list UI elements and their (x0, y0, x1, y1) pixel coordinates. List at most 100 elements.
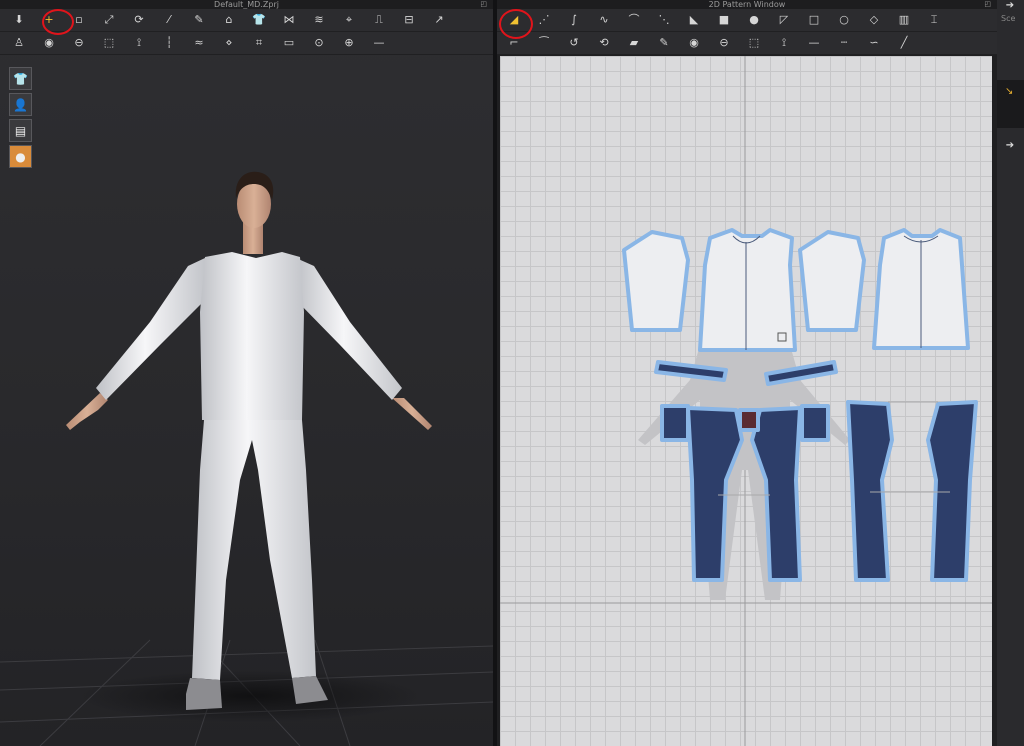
fabric-view-icon[interactable]: ▤ (9, 119, 32, 142)
back-leg-right[interactable] (926, 400, 978, 582)
sleeve-pattern-right[interactable] (798, 230, 866, 332)
avatar-shadow (80, 670, 420, 722)
shirt-patterns (622, 228, 970, 352)
left-sleeve (96, 258, 205, 400)
front-pattern[interactable] (698, 228, 797, 352)
cursor-tool-icon[interactable]: ↗ (430, 12, 448, 28)
trim-icon[interactable]: ⌶ (925, 12, 943, 28)
pattern-sew-icon[interactable]: ⋄ (220, 35, 238, 51)
3d-viewport[interactable] (0, 54, 493, 746)
brush-icon[interactable]: ⁄ (160, 12, 178, 28)
select-button-icon[interactable]: ⬚ (745, 35, 763, 51)
select-button-icon[interactable]: ⬚ (100, 35, 118, 51)
measure-icon[interactable]: ⊕ (340, 35, 358, 51)
button-icon[interactable]: ◉ (40, 35, 58, 51)
avatar-silhouette (638, 345, 850, 600)
right-sleeve (296, 258, 402, 400)
circle-icon[interactable]: ● (745, 12, 763, 28)
pants-patterns (660, 400, 978, 582)
tie-icon[interactable]: ⋈ (280, 12, 298, 28)
wave-line-icon[interactable]: ∽ (865, 35, 883, 51)
pleat-icon[interactable]: ▥ (895, 12, 913, 28)
select-box-icon[interactable]: ▫ (70, 12, 88, 28)
fabric-sew-icon[interactable]: ⌗ (250, 35, 268, 51)
tack-icon[interactable]: ✎ (190, 12, 208, 28)
shirt-body (200, 252, 304, 420)
3d-toolbar-row-2: ♙ ◉ ⊖ ⬚ ⟟ ┆ ≈ ⋄ ⌗ ▭ ⊙ ⊕ — (0, 32, 493, 55)
arrow-right-icon[interactable]: ➔ (1000, 140, 1020, 154)
back-leg-left[interactable] (846, 400, 894, 582)
2d-toolbar-row-2: ⌐ ⁀ ↺ ⟲ ▰ ✎ ◉ ⊖ ⬚ ⟟ — ┄ ∽ ╱ (497, 32, 997, 55)
window-restore-icon[interactable]: ◰ (480, 0, 487, 9)
shirt-icon[interactable]: 👕 (250, 12, 268, 28)
arrow-right-icon[interactable]: ➔ (1000, 0, 1020, 14)
property-panel-thumb: ↘ (997, 80, 1024, 128)
right-hand (392, 398, 432, 430)
tshirt-fold-icon[interactable]: ⌂ (220, 12, 238, 28)
zipper-icon[interactable]: ⟟ (130, 35, 148, 51)
fly-pattern[interactable] (738, 408, 760, 432)
window-restore-icon[interactable]: ◰ (984, 0, 991, 9)
skin-view-icon[interactable]: ● (9, 145, 32, 168)
free-sewing-icon[interactable]: ↺ (565, 35, 583, 51)
pocket-right[interactable] (800, 404, 830, 442)
pin-icon[interactable]: ⌖ (340, 12, 358, 28)
pocket-left[interactable] (660, 404, 690, 442)
arrow-down-icon[interactable]: ⬇ (10, 12, 28, 28)
3d-window-title: Default_MD.Zprj (214, 0, 279, 9)
avatar-view-icon[interactable]: 👤 (9, 93, 32, 116)
scene-tab-label[interactable]: Sce (1001, 14, 1015, 23)
3d-toolbar-row-1: ⬇ + ▫ ⤢ ⟳ ⁄ ✎ ⌂ 👕 ⋈ ≋ ⌖ ⎍ ⊟ ↗ (0, 9, 493, 32)
avatar-pose-icon[interactable]: ♙ (10, 35, 28, 51)
2d-pattern-canvas[interactable] (500, 56, 992, 746)
seam-allowance-icon[interactable]: ⌐ (505, 35, 523, 51)
edit-point-icon[interactable]: ⋰ (535, 12, 553, 28)
fold-icon[interactable]: ▰ (625, 35, 643, 51)
avatar-arrange-icon[interactable]: ⎍ (370, 12, 388, 28)
shirt-view-icon[interactable]: 👕 (9, 67, 32, 90)
internal-polygon-icon[interactable]: ◸ (775, 12, 793, 28)
line-icon[interactable]: — (805, 35, 823, 51)
edit-segment-icon[interactable]: ⋱ (655, 12, 673, 28)
3d-window-titlebar: Default_MD.Zprj ◰ (0, 0, 493, 9)
internal-rectangle-icon[interactable]: □ (805, 12, 823, 28)
zipper-icon[interactable]: ⟟ (775, 35, 793, 51)
sleeve-pattern-left[interactable] (622, 230, 690, 332)
steam-icon[interactable]: ≋ (310, 12, 328, 28)
2d-toolbar-row-1: ◢ ⋰ ∫ ∿ ⌒ ⋱ ◣ ■ ● ◸ □ ○ ◇ ▥ ⌶ (497, 9, 997, 32)
curvature-icon[interactable]: ⌒ (625, 12, 643, 28)
left-shoe (186, 678, 222, 710)
buttonhole-icon[interactable]: ⊖ (715, 35, 733, 51)
left-hand (66, 393, 108, 430)
transform-icon[interactable]: ⤢ (100, 12, 118, 28)
highlight-mark-icon: ↘ (1005, 86, 1014, 97)
2d-window-titlebar: 2D Pattern Window ◰ (497, 0, 997, 9)
edit-curve-icon[interactable]: ∫ (565, 12, 583, 28)
segment-sewing-icon[interactable]: ⟲ (595, 35, 613, 51)
dart-icon[interactable]: ◇ (865, 12, 883, 28)
avatar[interactable] (66, 171, 432, 710)
line-icon[interactable]: — (370, 35, 388, 51)
internal-circle-icon[interactable]: ○ (835, 12, 853, 28)
topstitch-icon[interactable]: ┆ (160, 35, 178, 51)
polygon-icon[interactable]: ◣ (685, 12, 703, 28)
rotate-icon[interactable]: ⟳ (130, 12, 148, 28)
flatten-icon[interactable]: ▭ (280, 35, 298, 51)
transform-pattern-icon[interactable]: ◢ (505, 12, 523, 28)
puckering-icon[interactable]: ≈ (190, 35, 208, 51)
rectangle-icon[interactable]: ■ (715, 12, 733, 28)
sewing-icon[interactable]: ⁀ (535, 35, 553, 51)
buttonhole-icon[interactable]: ⊖ (70, 35, 88, 51)
pants (192, 420, 316, 680)
arrangement-icon[interactable]: ⊟ (400, 12, 418, 28)
2d-window-title: 2D Pattern Window (708, 0, 786, 9)
2d-pattern-window: 2D Pattern Window ◰ ◢ ⋰ ∫ ∿ ⌒ ⋱ ◣ ■ ● ◸ □ ○ ◇ ▥ ⌶ ⌐ ⁀ ↺ ⟲… (497, 0, 997, 746)
dashed-line-icon[interactable]: ┄ (835, 35, 853, 51)
pin-circle-icon[interactable]: ⊙ (310, 35, 328, 51)
tack-icon[interactable]: ✎ (655, 35, 673, 51)
button-icon[interactable]: ◉ (685, 35, 703, 51)
add-point-curve-icon[interactable]: ∿ (595, 12, 613, 28)
add-point-icon[interactable]: + (40, 12, 58, 28)
3d-garment-window: Default_MD.Zprj ◰ ⬇ + ▫ ⤢ ⟳ ⁄ ✎ ⌂ 👕 ⋈ ≋ ⌖ ⎍ ⊟ ↗ ♙ ◉ ⊖ ⬚ ⟟ ┆… (0, 0, 493, 746)
trace-icon[interactable]: ╱ (895, 35, 913, 51)
